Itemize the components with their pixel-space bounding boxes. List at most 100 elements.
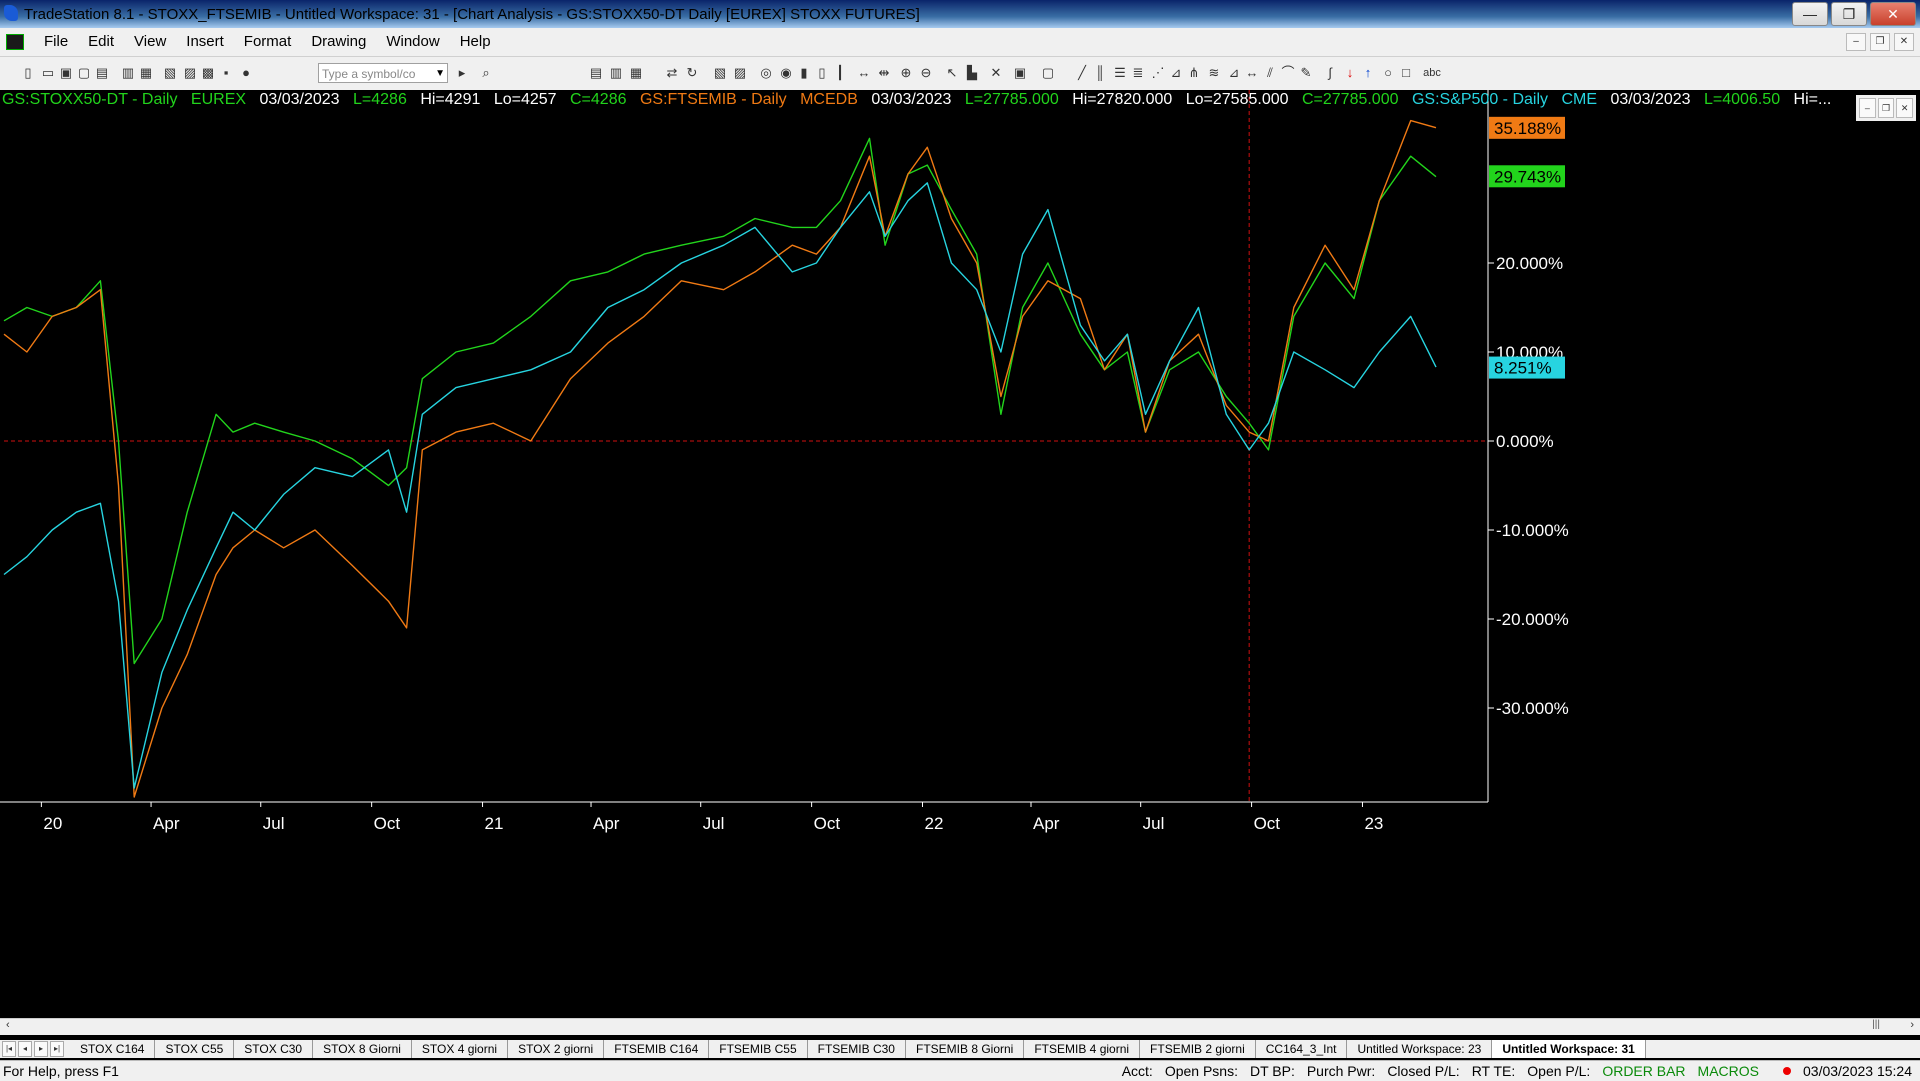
chart-window-new-icon[interactable]: ▤: [588, 65, 604, 81]
workspace-tab[interactable]: FTSEMIB C55: [709, 1040, 808, 1058]
paste-icon[interactable]: ▪: [218, 65, 234, 81]
horizontal-scrollbar[interactable]: ‹ ||| ›: [0, 1018, 1920, 1035]
tab-next-icon[interactable]: ▸: [34, 1041, 48, 1057]
menu-help[interactable]: Help: [450, 33, 501, 50]
workspace-tab[interactable]: CC164_3_Int: [1256, 1040, 1348, 1058]
speed-lines-icon[interactable]: ⊿: [1168, 65, 1184, 81]
workspace-tab[interactable]: FTSEMIB 2 giorni: [1140, 1040, 1256, 1058]
maximize-button[interactable]: ❐: [1831, 2, 1867, 26]
bar-chart-icon[interactable]: ▮: [796, 65, 812, 81]
menu-edit[interactable]: Edit: [78, 33, 124, 50]
save-icon[interactable]: ▤: [94, 65, 110, 81]
bar-spacing-icon[interactable]: ↔: [856, 65, 872, 81]
workspace-tab[interactable]: STOX C30: [234, 1040, 314, 1058]
order-bar-button[interactable]: ORDER BAR: [1602, 1063, 1685, 1079]
gann-fan-icon[interactable]: ⋰: [1150, 65, 1166, 81]
tools-icon[interactable]: ✕: [988, 65, 1004, 81]
chart-window-icon[interactable]: [6, 34, 24, 50]
series-line-stoxx[interactable]: [3, 137, 1437, 665]
open-workspace-icon[interactable]: ▣: [58, 65, 74, 81]
hyperlink-icon[interactable]: ⇄: [664, 65, 680, 81]
parallel-lines-icon[interactable]: ⫽: [1262, 65, 1278, 81]
horizontal-measure-icon[interactable]: ↔: [1244, 65, 1260, 81]
down-arrow-icon[interactable]: ↓: [1342, 65, 1358, 81]
zoom-out-icon[interactable]: ⊖: [918, 65, 934, 81]
new-workspace-icon[interactable]: ▢: [76, 65, 92, 81]
andrews-pitchfork-icon[interactable]: ⋔: [1186, 65, 1202, 81]
play-arrow-icon[interactable]: ▸: [454, 65, 470, 81]
cut-icon[interactable]: ▧: [162, 65, 178, 81]
workspace-tab[interactable]: STOX C55: [155, 1040, 235, 1058]
up-arrow-icon[interactable]: ↑: [1360, 65, 1376, 81]
horizontal-lines-icon[interactable]: ☰: [1112, 65, 1128, 81]
scroll-grip-icon[interactable]: |||: [1872, 1019, 1880, 1030]
tab-prev-icon[interactable]: ◂: [18, 1041, 32, 1057]
chart-pane[interactable]: 20.000% 10.000% 0.000% -10.000% -20.000% -30.…: [0, 90, 1920, 1020]
scroll-left-icon[interactable]: ‹: [6, 1019, 10, 1031]
ohlc-bar-icon[interactable]: ┃: [832, 65, 848, 81]
lock-icon[interactable]: ▩: [200, 65, 216, 81]
menu-drawing[interactable]: Drawing: [301, 33, 376, 50]
format-data-icon[interactable]: ▨: [732, 65, 748, 81]
print-icon[interactable]: ▥: [120, 65, 136, 81]
workspace-tab[interactable]: FTSEMIB 4 giorni: [1024, 1040, 1141, 1058]
mdi-close-button[interactable]: ✕: [1894, 33, 1914, 51]
menu-file[interactable]: File: [34, 33, 78, 50]
minimize-button[interactable]: —: [1792, 2, 1828, 26]
chart-svg[interactable]: 20.000%10.000%0.000%-10.000%-20.000%-30.…: [0, 90, 1920, 1018]
workspace-tab[interactable]: FTSEMIB 8 Giorni: [906, 1040, 1025, 1058]
menu-view[interactable]: View: [124, 33, 176, 50]
format-window-icon[interactable]: ▧: [712, 65, 728, 81]
tab-last-icon[interactable]: ▸|: [50, 1041, 64, 1057]
radar-screen-icon[interactable]: ▥: [608, 65, 624, 81]
rectangle-icon[interactable]: □: [1398, 65, 1414, 81]
pencil-icon[interactable]: ✎: [1298, 65, 1314, 81]
copy-icon[interactable]: ▨: [182, 65, 198, 81]
ruler-icon[interactable]: ⊿: [1226, 65, 1242, 81]
arc-icon[interactable]: ⌒: [1280, 65, 1296, 81]
close-button[interactable]: ✕: [1870, 2, 1916, 26]
mdi-restore-button[interactable]: ❐: [1870, 33, 1890, 51]
strategy-icon[interactable]: ▣: [1012, 65, 1028, 81]
candlestick-icon[interactable]: ▯: [814, 65, 830, 81]
series-line-ftse[interactable]: [3, 119, 1437, 798]
menu-insert[interactable]: Insert: [176, 33, 234, 50]
workspace-tab[interactable]: STOX 2 giorni: [508, 1040, 605, 1058]
tab-first-icon[interactable]: |◂: [2, 1041, 16, 1057]
open-folder-icon[interactable]: ▭: [40, 65, 56, 81]
workspace-tab[interactable]: Untitled Workspace: 31: [1492, 1040, 1646, 1058]
scanner-icon[interactable]: ◎: [758, 65, 774, 81]
alert-icon[interactable]: ▢: [1040, 65, 1056, 81]
series-line-sp[interactable]: [3, 182, 1437, 789]
print-preview-icon[interactable]: ▦: [138, 65, 154, 81]
trendline-icon[interactable]: ╱: [1074, 65, 1090, 81]
zoom-in-icon[interactable]: ⊕: [898, 65, 914, 81]
ellipse-icon[interactable]: ○: [1380, 65, 1396, 81]
insert-analysis-icon[interactable]: ▙: [964, 65, 980, 81]
workspace-tab[interactable]: STOX C164: [70, 1040, 156, 1058]
chart-minimize-button[interactable]: –: [1859, 98, 1876, 118]
chart-close-button[interactable]: ✕: [1896, 98, 1914, 118]
curve-icon[interactable]: ∫: [1322, 65, 1338, 81]
mdi-minimize-button[interactable]: –: [1846, 33, 1866, 51]
workspace-tab[interactable]: STOX 4 giorni: [412, 1040, 509, 1058]
globe-icon[interactable]: ●: [238, 65, 254, 81]
workspace-tab[interactable]: Untitled Workspace: 23: [1347, 1040, 1493, 1058]
options-icon[interactable]: ◉: [778, 65, 794, 81]
fib-retracement-icon[interactable]: ≣: [1130, 65, 1146, 81]
vertical-lines-icon[interactable]: ║: [1092, 65, 1108, 81]
new-file-icon[interactable]: ▯: [20, 65, 36, 81]
workspace-tab[interactable]: FTSEMIB C30: [808, 1040, 906, 1058]
workspace-tab[interactable]: STOX 8 Giorni: [313, 1040, 412, 1058]
scroll-right-icon[interactable]: ›: [1910, 1019, 1914, 1031]
macros-button[interactable]: MACROS: [1698, 1063, 1759, 1079]
regression-channel-icon[interactable]: ≋: [1206, 65, 1222, 81]
bar-spacing-decrease-icon[interactable]: ⇹: [876, 65, 892, 81]
menu-window[interactable]: Window: [376, 33, 449, 50]
text-tool-icon[interactable]: abc: [1420, 65, 1444, 81]
menu-format[interactable]: Format: [234, 33, 302, 50]
chevron-down-icon[interactable]: ▼: [435, 64, 445, 84]
search-icon[interactable]: ⌕: [478, 65, 494, 81]
pointer-icon[interactable]: ↖: [944, 65, 960, 81]
matrix-icon[interactable]: ▦: [628, 65, 644, 81]
